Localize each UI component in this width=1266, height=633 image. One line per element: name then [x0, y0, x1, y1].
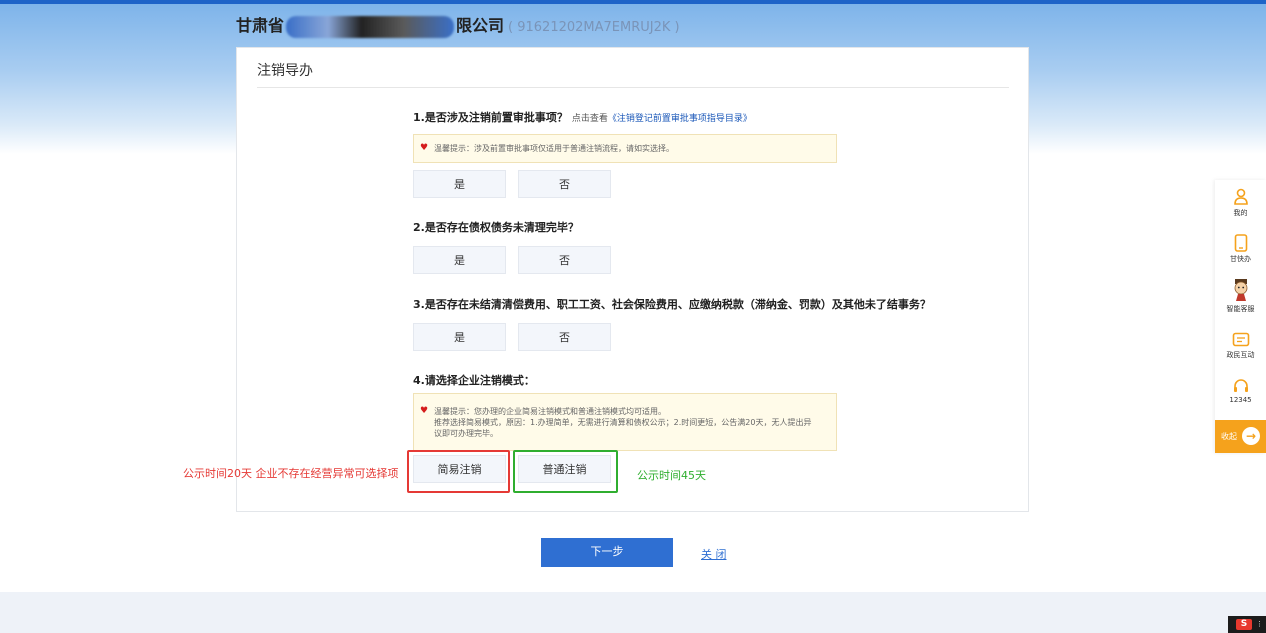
- heart-icon: ♥: [420, 143, 429, 153]
- phone-icon: [1234, 234, 1247, 252]
- question-1: 1.是否涉及注销前置审批事项？ 点击查看《注销登记前置审批事项指导目录》: [413, 109, 752, 125]
- company-name-suffix: 限公司: [456, 16, 505, 35]
- question-1-tip-text: 温馨提示：涉及前置审批事项仅适用于普通注销流程，请如实选择。: [434, 144, 674, 153]
- dock-item-12345[interactable]: 12345: [1215, 378, 1266, 404]
- question-4-text: 4.请选择企业注销模式：: [413, 374, 535, 387]
- question-4-tip-line: 推荐选择简易模式，原因：1.办理简单，无需进行清算和债权公示；2.时间更短，公告…: [434, 418, 812, 427]
- question-4: 4.请选择企业注销模式：: [413, 372, 535, 388]
- q2-yes-button[interactable]: 是: [413, 246, 506, 274]
- q1-yes-button[interactable]: 是: [413, 170, 506, 198]
- panel-divider: [257, 87, 1009, 88]
- next-step-button[interactable]: 下一步: [541, 538, 673, 567]
- dock-item-smart-service[interactable]: 智能客服: [1215, 278, 1266, 314]
- dock-item-mine[interactable]: 我的: [1215, 188, 1266, 218]
- guide-panel: 注销导办 1.是否涉及注销前置审批事项？ 点击查看《注销登记前置审批事项指导目录》…: [236, 47, 1029, 512]
- panel-title: 注销导办: [257, 63, 313, 79]
- right-annotation-note: 公示时间45天: [637, 469, 706, 482]
- footer-background: [0, 592, 1266, 633]
- tray-ime-icon[interactable]: S ⋮: [1228, 616, 1266, 633]
- side-dock: 我的 甘快办 智能客服 政民互动 12345 收起 →: [1215, 180, 1266, 453]
- dock-label: 我的: [1233, 209, 1248, 217]
- approval-catalog-link[interactable]: 《注销登记前置审批事项指导目录》: [608, 114, 752, 124]
- q3-no-button[interactable]: 否: [518, 323, 611, 351]
- arrow-right-icon: →: [1242, 427, 1260, 445]
- redacted-company-name: [286, 15, 455, 38]
- dock-item-gankuaiban[interactable]: 甘快办: [1215, 234, 1266, 264]
- question-4-tip-line: 温馨提示：您办理的企业简易注销模式和普通注销模式均可适用。: [434, 407, 666, 416]
- simple-option-highlight-red: [407, 450, 510, 493]
- dock-label: 12345: [1229, 396, 1252, 404]
- headset-icon: [1233, 379, 1248, 392]
- tray-menu-dots-icon: ⋮: [1256, 620, 1263, 628]
- dock-collapse-button[interactable]: 收起 →: [1215, 420, 1266, 453]
- question-2-text: 2.是否存在债权债务未清理完毕？: [413, 221, 579, 234]
- credit-code: ( 91621202MA7EMRUJ2K ): [508, 20, 680, 35]
- question-3: 3.是否存在未结清清偿费用、职工工资、社会保险费用、应缴纳税款（滞纳金、罚款）及…: [413, 296, 931, 312]
- question-4-tip: ♥ 温馨提示：您办理的企业简易注销模式和普通注销模式均可适用。 推荐选择简易模式…: [413, 393, 837, 451]
- question-1-hint: 点击查看: [571, 114, 608, 124]
- collapse-label: 收起: [1221, 432, 1237, 441]
- dock-label: 政民互动: [1226, 351, 1255, 359]
- left-annotation-note: 公示时间20天 企业不存在经营异常可选择项: [183, 467, 399, 480]
- question-2: 2.是否存在债权债务未清理完毕？: [413, 219, 579, 235]
- company-name-prefix: 甘肃省: [236, 16, 285, 35]
- dock-item-interaction[interactable]: 政民互动: [1215, 332, 1266, 360]
- chat-icon: [1232, 332, 1249, 347]
- q2-no-button[interactable]: 否: [518, 246, 611, 274]
- robot-avatar-icon: [1234, 279, 1247, 301]
- dock-label: 智能客服: [1226, 305, 1255, 313]
- close-link[interactable]: 关 闭: [701, 546, 727, 562]
- heart-icon: ♥: [420, 406, 429, 416]
- question-1-text: 1.是否涉及注销前置审批事项？: [413, 111, 568, 124]
- q1-no-button[interactable]: 否: [518, 170, 611, 198]
- normal-option-highlight-green: [513, 450, 618, 493]
- company-title: 甘肃省 限公司( 91621202MA7EMRUJ2K ): [236, 14, 680, 38]
- question-3-text: 3.是否存在未结清清偿费用、职工工资、社会保险费用、应缴纳税款（滞纳金、罚款）及…: [413, 298, 931, 311]
- question-1-tip: ♥ 温馨提示：涉及前置审批事项仅适用于普通注销流程，请如实选择。: [413, 134, 837, 163]
- question-4-tip-line: 议即可办理完毕。: [434, 429, 498, 438]
- dock-label: 甘快办: [1230, 255, 1251, 263]
- user-icon: [1233, 188, 1248, 205]
- q3-yes-button[interactable]: 是: [413, 323, 506, 351]
- sogou-s-icon: S: [1236, 619, 1252, 630]
